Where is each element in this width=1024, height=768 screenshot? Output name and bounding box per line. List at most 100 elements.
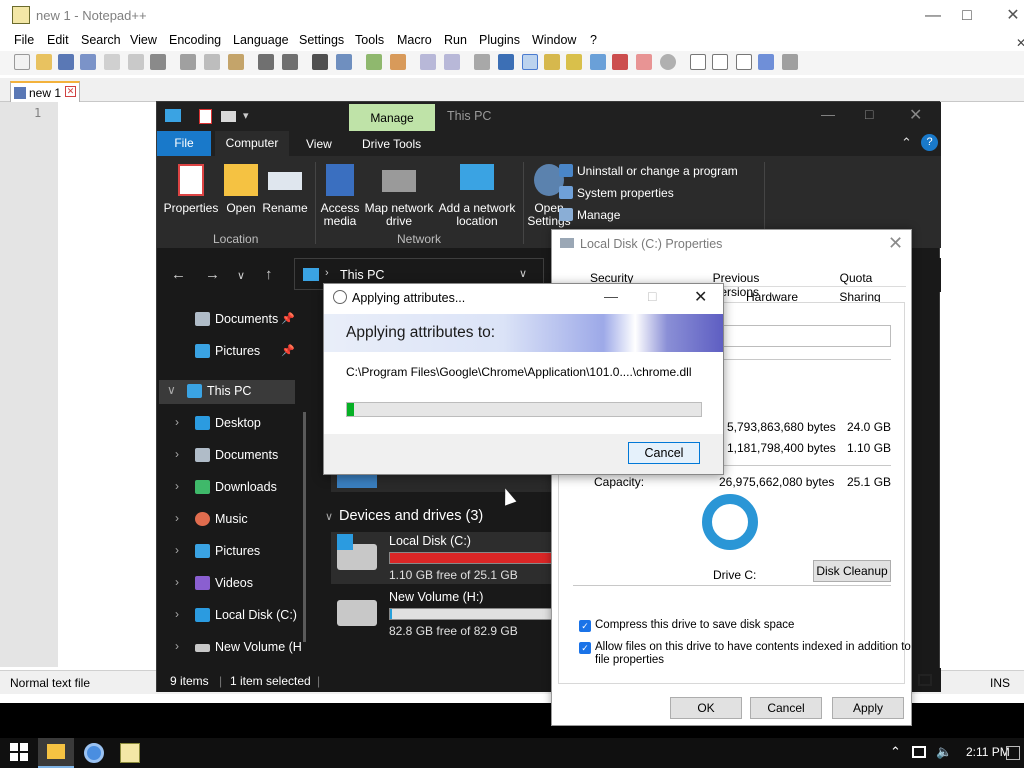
navigation-pane-scrollbar[interactable] xyxy=(303,412,306,642)
manage-button[interactable]: Manage xyxy=(559,208,620,222)
ribbon-tab-view[interactable]: View xyxy=(306,137,332,151)
collapsed-chevron-icon[interactable]: › xyxy=(175,479,179,493)
menu-search[interactable]: Search xyxy=(81,33,121,47)
record-macro-icon[interactable] xyxy=(690,54,706,70)
tab-new-1[interactable]: new 1 ✕ xyxy=(10,81,80,102)
sidebar-item-videos[interactable]: › Videos xyxy=(157,572,307,596)
notifications-icon[interactable] xyxy=(1006,746,1020,760)
open-button[interactable]: Open xyxy=(221,164,261,215)
up-arrow-icon[interactable]: ↑ xyxy=(265,266,273,283)
zoom-in-icon[interactable] xyxy=(366,54,382,70)
manage-context-tab[interactable]: Manage xyxy=(349,104,435,132)
collapsed-chevron-icon[interactable]: › xyxy=(175,575,179,589)
monitor-icon[interactable] xyxy=(636,54,652,70)
cut-icon[interactable] xyxy=(180,54,196,70)
cancel-button[interactable]: Cancel xyxy=(750,697,822,719)
indent-guide-icon[interactable] xyxy=(522,54,538,70)
doc-map-icon[interactable] xyxy=(566,54,582,70)
taskbar-explorer[interactable] xyxy=(38,738,74,768)
sidebar-item-documents[interactable]: › Documents xyxy=(157,444,307,468)
menu-window[interactable]: Window xyxy=(532,33,576,47)
sync-vertical-icon[interactable] xyxy=(420,54,436,70)
function-list-icon[interactable] xyxy=(590,54,606,70)
breadcrumb-chevron-icon[interactable]: › xyxy=(325,267,329,279)
help-icon[interactable]: ? xyxy=(921,134,938,151)
ribbon-tab-computer[interactable]: Computer xyxy=(215,131,289,156)
menu-view[interactable]: View xyxy=(130,33,157,47)
print-icon[interactable] xyxy=(150,54,166,70)
collapsed-chevron-icon[interactable]: › xyxy=(175,639,179,653)
sidebar-item-downloads[interactable]: › Downloads xyxy=(157,476,307,500)
rename-button[interactable]: Rename xyxy=(261,164,309,215)
user-language-icon[interactable] xyxy=(544,54,560,70)
collapsed-chevron-icon[interactable]: › xyxy=(175,511,179,525)
taskbar-clock[interactable]: 2:11 PM xyxy=(966,745,1010,759)
new-folder-quick-icon[interactable] xyxy=(221,111,236,122)
index-contents-checkbox[interactable]: ✓ Allow files on this drive to have cont… xyxy=(579,641,911,669)
notepadpp-taskbar-icon[interactable] xyxy=(120,743,140,763)
save-macro-icon[interactable] xyxy=(782,54,798,70)
menu-file[interactable]: File xyxy=(14,33,34,47)
recent-locations-icon[interactable]: ∨ xyxy=(237,269,245,282)
forward-arrow-icon[interactable]: → xyxy=(205,266,220,283)
apply-button[interactable]: Apply xyxy=(832,697,904,719)
system-properties-button[interactable]: System properties xyxy=(559,186,674,200)
tab-close-icon[interactable]: ✕ xyxy=(65,86,76,97)
properties-quick-icon[interactable] xyxy=(199,109,212,124)
close-icon[interactable]: ✕ xyxy=(990,0,1024,31)
access-media-button[interactable]: Access media xyxy=(317,164,363,228)
volume-muted-icon[interactable]: 🔈 xyxy=(936,744,952,760)
close-document-icon[interactable]: ✕ xyxy=(1016,36,1024,50)
applying-close-icon[interactable]: ✕ xyxy=(694,287,707,307)
ribbon-tab-file[interactable]: File xyxy=(157,131,211,156)
menu-plugins[interactable]: Plugins xyxy=(479,33,520,47)
menu-encoding[interactable]: Encoding xyxy=(169,33,221,47)
customize-quick-access-icon[interactable]: ▾ xyxy=(243,109,249,122)
menu-edit[interactable]: Edit xyxy=(47,33,69,47)
collapse-ribbon-icon[interactable]: ⌃ xyxy=(901,135,912,151)
copy-icon[interactable] xyxy=(204,54,220,70)
add-network-location-button[interactable]: Add a network location xyxy=(437,164,517,228)
collapsed-chevron-icon[interactable]: › xyxy=(175,415,179,429)
run-macro-multiple-icon[interactable] xyxy=(758,54,774,70)
collapsed-chevron-icon[interactable]: › xyxy=(175,543,179,557)
play-macro-icon[interactable] xyxy=(736,54,752,70)
maximize-icon[interactable]: □ xyxy=(944,0,990,31)
drive-local-disk-c[interactable]: Local Disk (C:) 1.10 GB free of 25.1 GB xyxy=(331,532,559,584)
paste-icon[interactable] xyxy=(228,54,244,70)
properties-close-icon[interactable]: ✕ xyxy=(888,233,903,254)
open-file-icon[interactable] xyxy=(36,54,52,70)
sidebar-item-local-disk[interactable]: › Local Disk (C:) xyxy=(157,604,307,628)
replace-icon[interactable] xyxy=(336,54,352,70)
new-file-icon[interactable] xyxy=(14,54,30,70)
sidebar-item-documents-quick[interactable]: Documents 📌 xyxy=(157,308,307,332)
network-icon[interactable] xyxy=(912,746,926,758)
ok-button[interactable]: OK xyxy=(670,697,742,719)
macro-icon[interactable] xyxy=(660,54,676,70)
show-all-chars-icon[interactable] xyxy=(498,54,514,70)
menu-run[interactable]: Run xyxy=(444,33,467,47)
menu-help[interactable]: ? xyxy=(590,33,597,47)
menu-settings[interactable]: Settings xyxy=(299,33,344,47)
close-file-icon[interactable] xyxy=(104,54,120,70)
map-network-drive-button[interactable]: Map network drive xyxy=(363,164,435,228)
collapsed-chevron-icon[interactable]: › xyxy=(175,607,179,621)
sync-horizontal-icon[interactable] xyxy=(444,54,460,70)
zoom-out-icon[interactable] xyxy=(390,54,406,70)
explorer-maximize-icon[interactable]: □ xyxy=(865,106,873,122)
disk-cleanup-button[interactable]: Disk Cleanup xyxy=(813,560,891,582)
close-all-icon[interactable] xyxy=(128,54,144,70)
address-dropdown-icon[interactable]: ∨ xyxy=(519,267,527,280)
undo-icon[interactable] xyxy=(258,54,274,70)
ribbon-tab-drive-tools[interactable]: Drive Tools xyxy=(362,137,421,151)
group-collapse-chevron-icon[interactable]: ∨ xyxy=(325,510,333,523)
devices-and-drives-header[interactable]: Devices and drives (3) xyxy=(339,508,483,524)
show-hidden-icons-icon[interactable]: ⌃ xyxy=(890,744,901,760)
chrome-icon[interactable] xyxy=(84,743,104,763)
applying-minimize-icon[interactable]: — xyxy=(604,288,618,304)
expanded-chevron-icon[interactable]: ∨ xyxy=(167,383,176,397)
sidebar-item-new-volume[interactable]: › New Volume (H xyxy=(157,636,307,660)
sidebar-item-pictures[interactable]: › Pictures xyxy=(157,540,307,564)
collapsed-chevron-icon[interactable]: › xyxy=(175,447,179,461)
properties-button[interactable]: Properties xyxy=(163,164,219,215)
